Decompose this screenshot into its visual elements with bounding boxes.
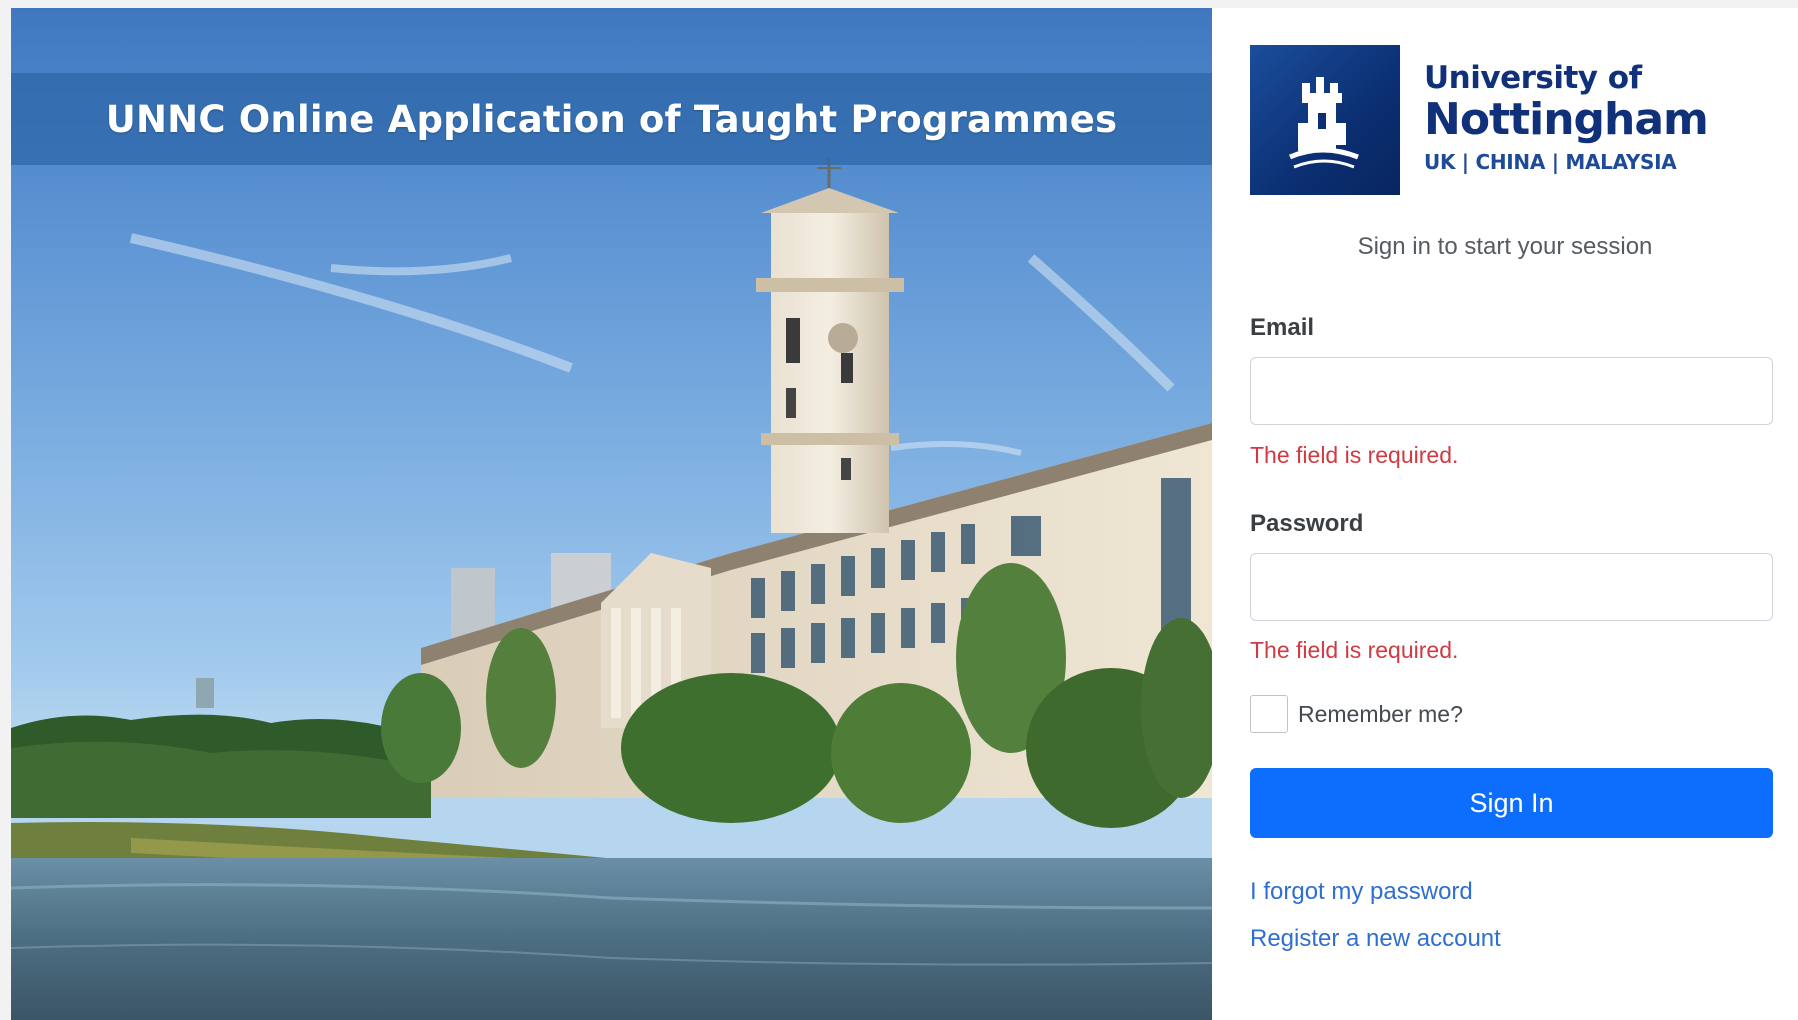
hero-title: UNNC Online Application of Taught Progra…: [105, 97, 1118, 141]
remember-me-checkbox[interactable]: [1250, 695, 1288, 733]
password-field[interactable]: [1250, 553, 1773, 621]
login-panel: University of Nottingham UK | CHINA | MA…: [1212, 8, 1798, 1020]
email-label: Email: [1250, 314, 1315, 341]
logo-line-3: UK | CHINA | MALAYSIA: [1424, 150, 1677, 174]
castle-crest-icon: [1250, 45, 1400, 195]
hero-title-banner: UNNC Online Application of Taught Progra…: [11, 73, 1212, 165]
email-field[interactable]: [1250, 357, 1773, 425]
login-page: UNNC Online Application of Taught Progra…: [0, 0, 1798, 1020]
forgot-password-link[interactable]: I forgot my password: [1250, 878, 1473, 906]
campus-hero-image: UNNC Online Application of Taught Progra…: [11, 8, 1212, 1020]
university-wordmark: University of Nottingham UK | CHINA | MA…: [1424, 60, 1709, 179]
email-error: The field is required.: [1250, 442, 1459, 468]
logo-line-2: Nottingham: [1424, 94, 1709, 145]
sign-in-button[interactable]: Sign In: [1250, 768, 1773, 838]
remember-me-row: Remember me?: [1250, 695, 1463, 733]
password-label: Password: [1250, 510, 1364, 537]
university-logo: University of Nottingham UK | CHINA | MA…: [1250, 45, 1709, 195]
remember-me-label[interactable]: Remember me?: [1298, 701, 1463, 728]
logo-line-1: University of: [1424, 60, 1642, 96]
register-account-link[interactable]: Register a new account: [1250, 925, 1501, 953]
password-error: The field is required.: [1250, 637, 1459, 663]
login-subtitle: Sign in to start your session: [1357, 233, 1653, 260]
